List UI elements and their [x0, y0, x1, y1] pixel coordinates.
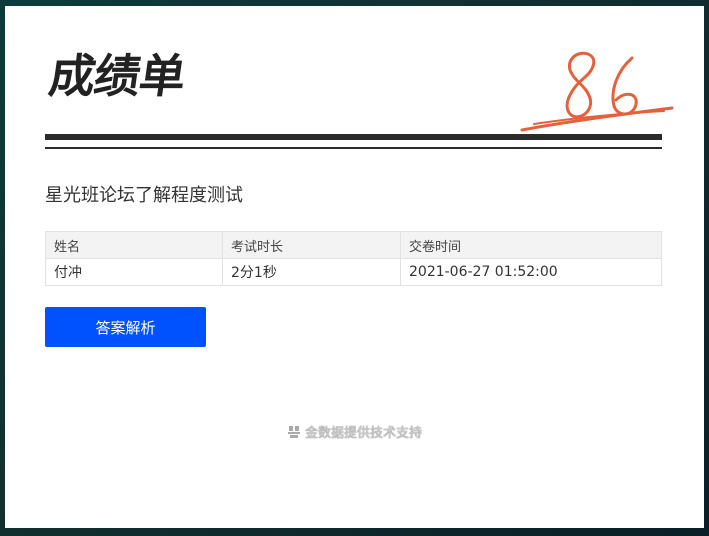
cell-name: 付冲 — [45, 258, 223, 286]
header-rule-thick — [45, 134, 662, 140]
header-duration: 考试时长 — [222, 231, 401, 259]
header-rule-thin — [45, 147, 662, 149]
answer-analysis-button[interactable]: 答案解析 — [45, 307, 206, 347]
results-table: 姓名 考试时长 交卷时间 付冲 2分1秒 2021-06-27 01:52:00 — [45, 231, 662, 286]
jinshuju-logo-icon — [287, 425, 300, 438]
cell-duration: 2分1秒 — [222, 258, 401, 286]
result-card: 成绩单 星光班论坛了解程度测试 姓名 考试时长 交卷时间 付冲 2分1秒 202… — [5, 6, 704, 528]
header-submit-time: 交卷时间 — [400, 231, 662, 259]
footer-text: 金数据提供技术支持 — [304, 426, 422, 441]
handwritten-score — [520, 51, 674, 132]
page-header: 成绩单 — [45, 44, 674, 132]
footer: 金数据提供技术支持 — [5, 422, 704, 441]
page-title: 成绩单 — [45, 49, 189, 103]
cell-submit-time: 2021-06-27 01:52:00 — [400, 258, 662, 286]
table-row: 付冲 2分1秒 2021-06-27 01:52:00 — [45, 258, 662, 286]
exam-title: 星光班论坛了解程度测试 — [45, 185, 243, 206]
header-name: 姓名 — [45, 231, 223, 259]
table-header-row: 姓名 考试时长 交卷时间 — [45, 231, 662, 259]
